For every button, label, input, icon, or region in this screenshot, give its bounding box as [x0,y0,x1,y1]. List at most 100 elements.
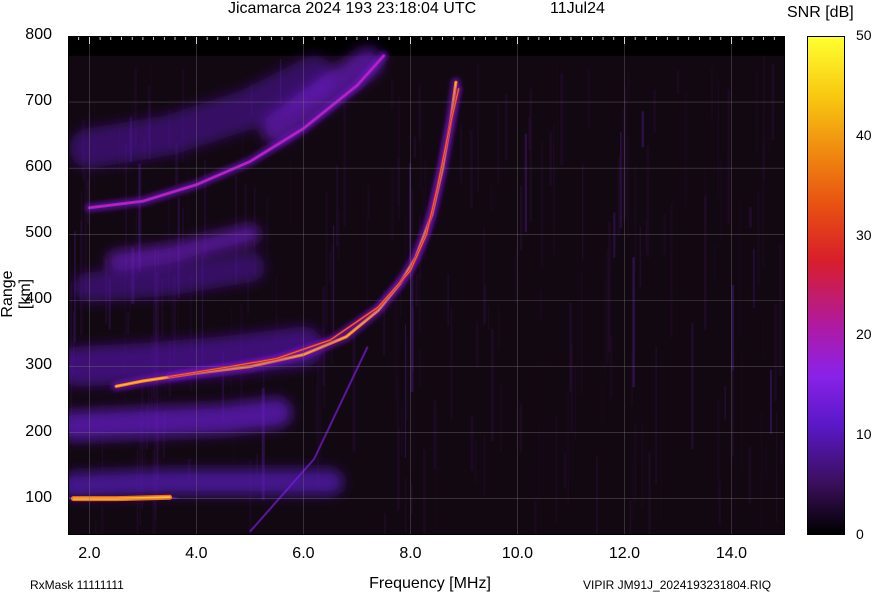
noise-streak [780,441,782,465]
noise-streak [710,66,713,119]
noise-streak [401,406,404,457]
noise-streak [553,123,555,256]
noise-streak [567,391,570,506]
noise-streak [311,376,313,410]
noise-streak [731,358,734,457]
noise-streak [639,226,642,287]
noise-streak [704,164,706,226]
noise-streak [538,424,540,505]
noise-streak [634,164,636,270]
noise-streak [563,452,567,489]
noise-streak [762,317,764,357]
filename-label: VIPIR JM91J_2024193231804.RIQ [583,578,772,592]
noise-streak [483,228,485,326]
noise-streak [543,353,545,469]
noise-streak [632,257,635,388]
y-tick-label: 200 [25,422,52,440]
noise-streak [717,82,720,199]
noise-streak [620,131,622,229]
noise-streak [587,68,590,128]
noise-streak [419,349,421,388]
noise-streak [648,452,651,535]
noise-streak [397,298,399,430]
noise-streak [450,309,453,420]
noise-streak [405,477,407,533]
noise-streak [423,449,426,535]
y-tick-label: 700 [25,92,52,110]
blank-region [68,36,785,56]
noise-streak [641,111,645,148]
noise-streak [366,217,368,325]
noise-streak [524,133,528,233]
noise-streak [601,383,605,425]
colorbar-title: SNR [dB] [787,4,854,21]
x-tick-label: 2.0 [78,545,101,562]
noise-streak [539,290,542,320]
noise-streak [469,130,473,209]
x-tick-label: 4.0 [185,545,208,562]
noise-streak [490,329,494,441]
noise-streak [627,135,629,239]
noise-streak [631,461,633,523]
noise-streak [556,61,558,167]
noise-streak [332,225,335,334]
oblique-echo [249,346,369,533]
noise-streak [779,243,782,377]
noise-streak [752,248,755,308]
y-tick-label: 500 [25,224,52,242]
noise-streak [415,274,419,307]
noise-streak [126,311,130,335]
noise-streak [691,323,694,450]
noise-streak [514,255,517,307]
diffuse-band [68,397,292,441]
colorbar [807,36,845,535]
noise-streak [608,221,611,353]
noise-streak [412,367,415,474]
noise-streak [727,89,730,224]
noise-streak [677,70,679,95]
diffuse-echo-layer [68,47,383,499]
noise-streak [684,90,688,208]
noise-streak [765,443,768,474]
noise-streak [627,70,630,99]
noise-streak [541,142,543,267]
noise-streak [555,415,558,522]
noise-streak [81,190,82,233]
noise-streak [474,439,477,482]
noise-streak [670,203,673,338]
noise-streak [655,346,657,485]
noise-streak [577,251,579,391]
title-date: 11Jul24 [550,0,605,17]
x-tick-label: 6.0 [292,545,315,562]
noise-streak [783,240,785,287]
noise-streak [634,423,637,503]
noise-streak [613,212,616,258]
y-tick-label: 600 [25,158,52,176]
noise-streak [569,302,572,392]
noise-streak [617,157,621,237]
noise-streak [534,501,537,535]
colorbar-tick-label: 20 [856,326,872,343]
noise-streak [581,270,583,395]
noise-streak [411,188,414,303]
noise-streak [433,400,437,470]
noise-streak [574,366,576,440]
noise-streak [776,412,778,522]
noise-streak [182,207,184,246]
noise-streak [95,521,97,535]
noise-streak [631,351,633,406]
noise-streak [528,117,531,150]
noise-streak [660,427,663,522]
noise-streak [520,185,523,251]
noise-streak [100,507,104,535]
noise-streak [436,413,438,535]
noise-streak [289,153,292,231]
colorbar-tick-label: 10 [856,426,872,443]
noise-streak [560,73,564,165]
noise-streak [718,481,721,525]
y-tick-label: 300 [25,356,52,374]
noise-streak [315,386,317,435]
noise-streak [641,423,644,509]
noise-streak [596,456,598,535]
noise-streak [529,88,533,222]
